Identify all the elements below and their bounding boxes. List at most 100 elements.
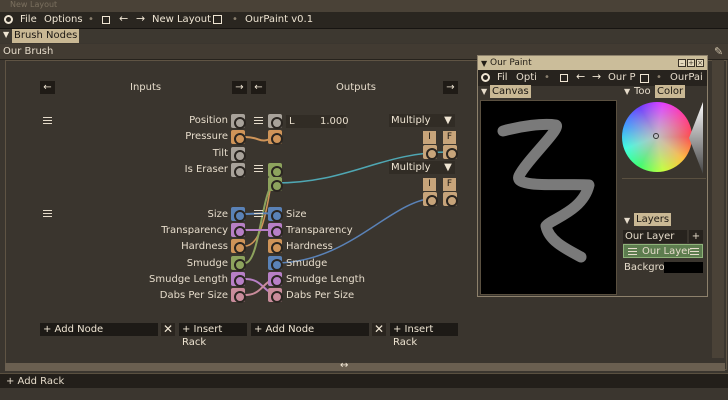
add-layer-button[interactable]: +	[689, 230, 703, 243]
tools-collapse-icon[interactable]: ▼	[624, 87, 630, 96]
layers-collapse-icon[interactable]: ▼	[624, 216, 630, 225]
our-paint-separator-2: •	[656, 72, 662, 83]
output-dabs-per-size-label: Dabs Per Size	[286, 290, 355, 301]
our-paint-options-menu[interactable]: Opti	[516, 71, 537, 84]
our-paint-app-label: OurPai	[670, 72, 703, 83]
brush-stroke	[497, 118, 595, 263]
output-node-menu-icon[interactable]	[254, 210, 263, 217]
add-node-button-right[interactable]: + Add Node	[251, 323, 369, 336]
input-size-label: Size	[207, 209, 228, 220]
pressure-socket[interactable]	[231, 130, 246, 145]
layer-item-selected[interactable]: Our Layer	[623, 244, 703, 258]
rack2-menu-icon[interactable]	[43, 210, 52, 217]
multiply-2-i-socket[interactable]	[423, 192, 438, 207]
multiply-1-f-socket[interactable]	[443, 145, 458, 160]
our-paint-window[interactable]: ▼ Our Paint – + × Fil Opti • ← → Our P •…	[477, 55, 708, 297]
multiply-1-i-socket[interactable]	[423, 145, 438, 160]
input-smudge-length-label: Smudge Length	[149, 274, 228, 285]
remove-rack-left-button[interactable]: ✕	[161, 323, 175, 336]
rack1-input-left-button[interactable]: ←	[40, 81, 55, 94]
color-tab[interactable]: Color	[655, 85, 686, 98]
our-paint-logo-icon[interactable]	[481, 73, 490, 82]
rack1-input-right-button[interactable]: →	[232, 81, 247, 94]
dabs-per-size-out-socket[interactable]	[268, 288, 283, 303]
size-out-socket[interactable]	[268, 207, 283, 222]
our-paint-layout-name[interactable]: Our P	[608, 71, 636, 84]
position-socket[interactable]	[231, 114, 246, 129]
rack1-output-right-button[interactable]: →	[443, 81, 458, 94]
canvas-header[interactable]: Canvas	[490, 85, 531, 98]
input-pressure-label: Pressure	[185, 131, 228, 142]
smudge-length-in-socket[interactable]	[231, 272, 246, 287]
l-value[interactable]: 1.000	[320, 115, 349, 128]
our-paint-separator: •	[544, 72, 550, 83]
window-menu-icon[interactable]: ▼	[481, 57, 487, 71]
add-rack-button[interactable]: + Add Rack	[6, 375, 64, 388]
layer-drag-icon[interactable]	[628, 248, 637, 255]
vertical-scrollbar[interactable]	[712, 60, 724, 358]
minimize-icon[interactable]: –	[678, 59, 686, 67]
our-paint-duplicate-icon[interactable]	[640, 74, 649, 83]
color-wheel[interactable]	[622, 102, 692, 172]
rack1-output-left-button[interactable]: ←	[251, 81, 266, 94]
dabs-per-size-in-socket[interactable]	[231, 288, 246, 303]
split-output-socket[interactable]	[268, 130, 283, 145]
our-paint-titlebar[interactable]: ▼ Our Paint – + ×	[478, 56, 707, 70]
tilt-socket[interactable]	[231, 147, 246, 162]
smudge-length-out-socket[interactable]	[268, 272, 283, 287]
layers-header[interactable]: Layers	[634, 213, 672, 226]
multiply-2-f-socket[interactable]	[443, 192, 458, 207]
size-in-socket[interactable]	[231, 207, 246, 222]
smudge-out-socket[interactable]	[268, 256, 283, 271]
split-node-menu-icon-2[interactable]	[254, 165, 263, 172]
inputs-title: Inputs	[130, 82, 162, 93]
our-paint-file-menu[interactable]: Fil	[497, 71, 508, 84]
multiply-2-f-label: F	[443, 178, 456, 191]
color-picker-dot[interactable]	[653, 133, 659, 139]
is-eraser-socket[interactable]	[231, 163, 246, 178]
horizontal-scrollbar[interactable]: ↔	[5, 360, 725, 371]
output-size-label: Size	[286, 209, 307, 220]
bottom-bar: + Add Rack	[0, 373, 728, 388]
value-slider[interactable]	[689, 102, 703, 174]
multiply-1-f-label: F	[443, 131, 456, 144]
layer-name-field[interactable]: Our Layer	[623, 230, 687, 243]
hardness-in-socket[interactable]	[231, 239, 246, 254]
output-smudge-length-label: Smudge Length	[286, 274, 365, 285]
green-socket-b[interactable]	[268, 177, 283, 192]
hardness-out-socket[interactable]	[268, 239, 283, 254]
our-paint-back-icon[interactable]: ←	[576, 70, 585, 84]
scroll-handle-icon[interactable]: ↔	[340, 360, 348, 371]
rack1-menu-icon[interactable]	[43, 117, 52, 124]
insert-rack-button-right[interactable]: + Insert Rack	[390, 323, 458, 348]
output-smudge-label: Smudge	[286, 258, 328, 269]
our-paint-menubar: Fil Opti • ← → Our P • OurPai	[478, 70, 707, 86]
input-position-label: Position	[189, 115, 228, 126]
paint-canvas[interactable]	[480, 100, 617, 295]
input-smudge-label: Smudge	[186, 258, 228, 269]
add-node-button-left[interactable]: + Add Node	[40, 323, 158, 336]
insert-rack-button-left[interactable]: + Insert Rack	[179, 323, 247, 348]
split-node-menu-icon[interactable]	[254, 117, 263, 124]
multiply-2-i-label: I	[423, 178, 436, 191]
multiply-2-dropdown-arrow[interactable]: ▼	[441, 161, 455, 174]
layer-menu-icon[interactable]	[690, 248, 699, 255]
transparency-in-socket[interactable]	[231, 223, 246, 238]
our-paint-forward-icon[interactable]: →	[592, 70, 601, 84]
layers-divider	[622, 178, 706, 179]
multiply-1-dropdown-arrow[interactable]: ▼	[441, 114, 455, 127]
input-dabs-per-size-label: Dabs Per Size	[159, 290, 228, 301]
remove-rack-right-button[interactable]: ✕	[372, 323, 386, 336]
green-socket-a[interactable]	[268, 163, 283, 178]
split-input-socket[interactable]	[268, 114, 283, 129]
layer-name-background[interactable]: Backgro	[624, 261, 665, 274]
our-paint-stop-icon[interactable]	[560, 74, 568, 82]
close-icon[interactable]: ×	[696, 59, 704, 67]
background-color-swatch[interactable]	[664, 262, 703, 273]
smudge-in-socket[interactable]	[231, 256, 246, 271]
transparency-out-socket[interactable]	[268, 223, 283, 238]
output-transparency-label: Transparency	[286, 225, 353, 236]
canvas-collapse-icon[interactable]: ▼	[481, 87, 487, 96]
maximize-icon[interactable]: +	[687, 59, 695, 67]
tools-tab[interactable]: Too	[634, 85, 651, 98]
